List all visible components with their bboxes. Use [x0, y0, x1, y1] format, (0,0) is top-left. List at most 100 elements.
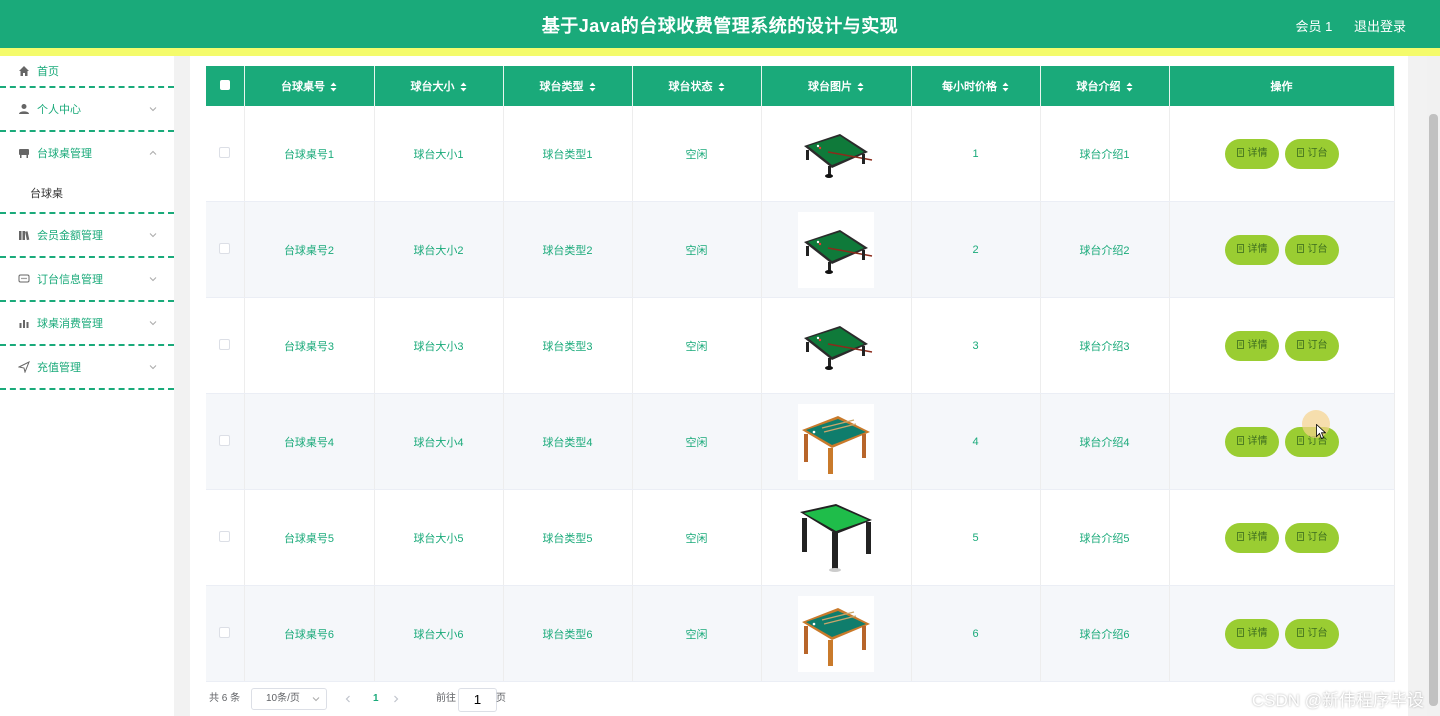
column-header[interactable]: 球台大小	[374, 66, 504, 106]
cell-table-number: 台球桌号4	[244, 393, 375, 490]
prev-page-icon[interactable]	[343, 694, 353, 704]
cell-table-status: 空闲	[632, 489, 762, 586]
billiard-table-image[interactable]	[762, 211, 911, 288]
cell-table-number: 台球桌号5	[244, 489, 375, 586]
detail-button[interactable]: 详情	[1224, 234, 1279, 265]
billiard-table-image[interactable]	[762, 499, 911, 576]
document-icon	[1296, 147, 1304, 157]
page-number-current[interactable]: 1	[373, 688, 379, 710]
column-header: 操作	[1169, 66, 1395, 106]
billiard-table-image[interactable]	[762, 307, 911, 384]
cell-table-size: 球台大小1	[374, 106, 504, 202]
sidebar-item-profile[interactable]: 个人中心	[0, 88, 174, 132]
chevron-down-icon	[149, 233, 157, 238]
table-row[interactable]: 台球桌号2 球台大小2 球台类型2 空闲 2 球台介绍2 详情 订台	[206, 201, 1395, 298]
sort-icon[interactable]	[460, 82, 467, 92]
cell-hourly-price: 3	[911, 297, 1041, 394]
scrollbar-thumb[interactable]	[1429, 114, 1438, 706]
row-select-cell	[206, 297, 245, 394]
column-header[interactable]: 球台图片	[761, 66, 912, 106]
app-title: 基于Java的台球收费管理系统的设计与实现	[541, 16, 899, 36]
column-header[interactable]: 球台状态	[632, 66, 762, 106]
chevron-down-icon	[149, 365, 157, 370]
next-page-icon[interactable]	[391, 694, 401, 704]
sidebar-item-member-balance[interactable]: 会员金额管理	[0, 214, 174, 258]
sidebar-item-table-management[interactable]: 台球桌管理	[0, 132, 174, 174]
column-header[interactable]: 台球桌号	[244, 66, 375, 106]
user-icon	[19, 104, 29, 114]
cell-actions: 详情 订台	[1169, 585, 1395, 682]
document-icon	[1296, 243, 1304, 253]
sidebar-item-label: 订台信息管理	[37, 274, 103, 286]
sort-icon[interactable]	[1126, 82, 1133, 92]
table-row[interactable]: 台球桌号5 球台大小5 球台类型5 空闲 5 球台介绍5 详情 订台	[206, 489, 1395, 586]
row-checkbox[interactable]	[219, 338, 231, 350]
book-button[interactable]: 订台	[1284, 522, 1339, 553]
sort-icon[interactable]	[589, 82, 596, 92]
sort-icon[interactable]	[857, 82, 864, 92]
detail-button[interactable]: 详情	[1224, 522, 1279, 553]
row-checkbox[interactable]	[219, 434, 231, 446]
cell-table-type: 球台类型2	[503, 201, 633, 298]
sidebar-subitem-table[interactable]: 台球桌	[0, 174, 174, 214]
sidebar-subitem-label: 台球桌	[30, 188, 63, 200]
row-checkbox[interactable]	[219, 242, 231, 254]
table-row[interactable]: 台球桌号1 球台大小1 球台类型1 空闲 1 球台介绍1 详情 订台	[206, 106, 1395, 202]
book-button[interactable]: 订台	[1284, 138, 1339, 169]
row-checkbox[interactable]	[219, 530, 231, 542]
logout-link[interactable]: 退出登录	[1354, 19, 1406, 34]
cell-table-number: 台球桌号6	[244, 585, 375, 682]
sort-icon[interactable]	[718, 82, 725, 92]
sidebar-item-label: 球桌消费管理	[37, 318, 103, 330]
user-label[interactable]: 会员 1	[1296, 19, 1333, 34]
select-all-checkbox[interactable]	[219, 79, 230, 90]
sort-icon[interactable]	[330, 82, 337, 92]
goto-page-input[interactable]	[458, 688, 497, 712]
book-button[interactable]: 订台	[1284, 234, 1339, 265]
detail-button[interactable]: 详情	[1224, 426, 1279, 457]
book-button[interactable]: 订台	[1284, 330, 1339, 361]
document-icon	[1296, 627, 1304, 637]
sidebar-item-consumption[interactable]: 球桌消费管理	[0, 302, 174, 346]
detail-button[interactable]: 详情	[1224, 138, 1279, 169]
table-row[interactable]: 台球桌号3 球台大小3 球台类型3 空闲 3 球台介绍3 详情 订台	[206, 297, 1395, 394]
accent-bar	[0, 48, 1440, 56]
sidebar-item-booking-info[interactable]: 订台信息管理	[0, 258, 174, 302]
page-size-value: 10条/页	[266, 693, 300, 704]
watermark: CSDN @新伟程序毕设	[1251, 691, 1424, 710]
row-select-cell	[206, 489, 245, 586]
billiard-table-image[interactable]	[762, 115, 911, 192]
sidebar-item-recharge[interactable]: 充值管理	[0, 346, 174, 390]
cell-table-status: 空闲	[632, 106, 762, 202]
page-size-select[interactable]: 10条/页	[251, 688, 327, 710]
document-icon	[1236, 339, 1244, 349]
row-checkbox[interactable]	[219, 626, 231, 638]
column-header[interactable]: 球台类型	[503, 66, 633, 106]
document-icon	[1296, 435, 1304, 445]
chevron-down-icon	[149, 107, 157, 112]
goto-suffix: 页	[496, 693, 506, 704]
book-button[interactable]: 订台	[1284, 618, 1339, 649]
row-checkbox[interactable]	[219, 146, 231, 158]
cell-table-intro: 球台介绍1	[1040, 106, 1170, 202]
cell-table-image	[761, 297, 912, 394]
table-row[interactable]: 台球桌号4 球台大小4 球台类型4 空闲 4 球台介绍4 详情 订台	[206, 393, 1395, 490]
cell-actions: 详情 订台	[1169, 489, 1395, 586]
data-table: 台球桌号 球台大小 球台类型 球台状态 球台图片 每小时价格 球台介绍 操作 台…	[206, 66, 1395, 682]
document-icon	[1296, 339, 1304, 349]
detail-button[interactable]: 详情	[1224, 618, 1279, 649]
cell-table-image	[761, 585, 912, 682]
document-icon	[1236, 243, 1244, 253]
column-header[interactable]: 每小时价格	[911, 66, 1041, 106]
sidebar-item-label: 台球桌管理	[37, 148, 92, 160]
billiard-table-image[interactable]	[762, 403, 911, 480]
page-scrollbar[interactable]	[1427, 56, 1440, 716]
sidebar-item-home[interactable]: 首页	[0, 56, 174, 88]
column-header[interactable]: 球台介绍	[1040, 66, 1170, 106]
detail-button[interactable]: 详情	[1224, 330, 1279, 361]
sort-icon[interactable]	[1002, 82, 1009, 92]
billiard-table-image[interactable]	[762, 595, 911, 672]
table-row[interactable]: 台球桌号6 球台大小6 球台类型6 空闲 6 球台介绍6 详情 订台	[206, 585, 1395, 682]
cell-table-size: 球台大小6	[374, 585, 504, 682]
select-all-header	[206, 66, 245, 106]
